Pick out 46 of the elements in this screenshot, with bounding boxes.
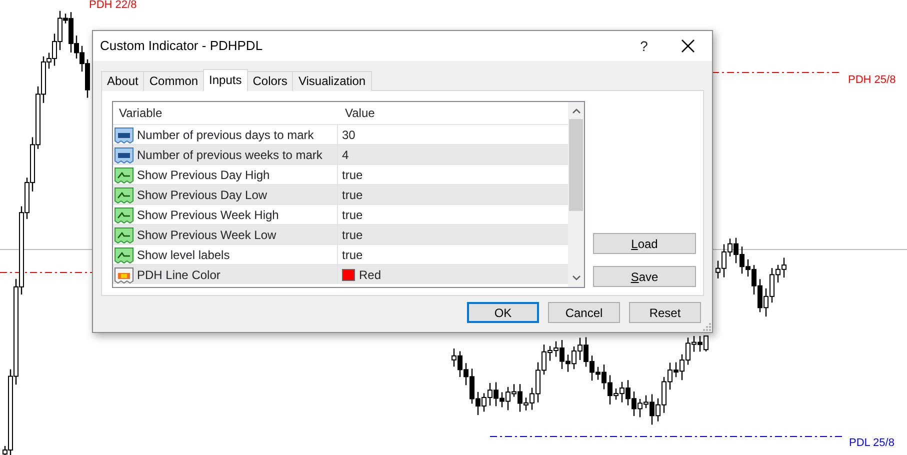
- variable-value[interactable]: Red: [359, 266, 382, 284]
- variable-value[interactable]: true: [342, 226, 363, 244]
- number-icon: [114, 146, 134, 164]
- number-icon: [114, 126, 134, 144]
- variable-name: Number of previous weeks to mark: [137, 146, 322, 164]
- variable-value[interactable]: true: [342, 166, 363, 184]
- side-button[interactable]: Load: [593, 233, 696, 254]
- tab[interactable]: Visualization: [292, 71, 372, 91]
- variable-name: Show level labels: [137, 246, 230, 264]
- column-header: Variable: [118, 105, 164, 122]
- variable-name: Number of previous days to mark: [137, 126, 314, 144]
- variable-name: PDH Line Color: [137, 266, 220, 284]
- variable-name: Show Previous Week High: [137, 206, 279, 224]
- variable-value[interactable]: true: [342, 246, 363, 264]
- scroll-up-icon[interactable]: [572, 108, 581, 114]
- column-header: Value: [344, 105, 376, 122]
- variable-value[interactable]: 30: [342, 126, 356, 144]
- scroll-down-icon[interactable]: [572, 275, 581, 281]
- level-label: PDL 25/8: [849, 437, 894, 449]
- scrollbar[interactable]: [568, 102, 584, 287]
- level-label: PDH 25/8: [848, 74, 896, 86]
- dialog-button[interactable]: Cancel: [548, 302, 620, 323]
- boolean-icon: [114, 166, 134, 184]
- scrollbar-thumb[interactable]: [569, 119, 583, 211]
- tab[interactable]: Colors: [246, 71, 294, 91]
- tab[interactable]: Inputs: [203, 69, 248, 91]
- tab[interactable]: Common: [143, 71, 204, 91]
- variable-value[interactable]: true: [342, 206, 363, 224]
- boolean-icon: [114, 226, 134, 244]
- variable-name: Show Previous Day High: [137, 166, 270, 184]
- tab[interactable]: About: [101, 71, 144, 91]
- variable-name: Show Previous Week Low: [137, 226, 276, 244]
- boolean-icon: [114, 246, 134, 264]
- resize-grip-icon[interactable]: [703, 323, 711, 331]
- close-icon[interactable]: [680, 38, 696, 54]
- dialog-button[interactable]: Reset: [629, 302, 701, 323]
- window-title: Custom Indicator - PDHPDL: [99, 37, 264, 56]
- help-button[interactable]: ?: [637, 36, 651, 56]
- side-button[interactable]: Save: [593, 266, 696, 287]
- dialog-button[interactable]: OK: [467, 302, 539, 323]
- boolean-icon: [114, 186, 134, 204]
- variable-value[interactable]: true: [342, 186, 363, 204]
- variable-name: Show Previous Day Low: [137, 186, 268, 204]
- variable-value[interactable]: 4: [342, 146, 349, 164]
- level-label: PDH 22/8: [89, 0, 137, 11]
- boolean-icon: [114, 206, 134, 224]
